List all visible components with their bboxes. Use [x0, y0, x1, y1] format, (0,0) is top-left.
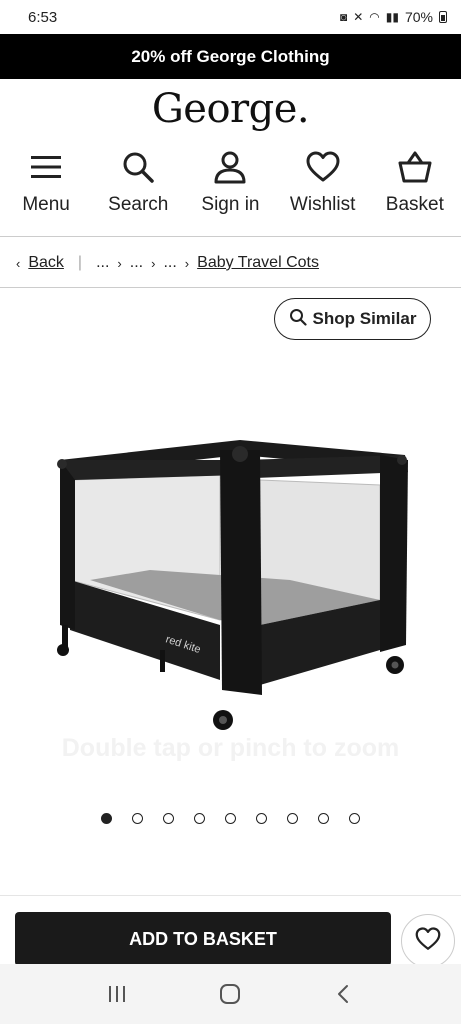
search-icon	[289, 308, 307, 331]
heart-icon	[415, 926, 441, 956]
top-nav: Menu Search Sign in Wishlist Basket	[0, 150, 461, 230]
breadcrumb-collapsed[interactable]: ...	[130, 254, 143, 272]
nav-sign-in[interactable]: Sign in	[185, 150, 275, 230]
notification-icon: ◙	[339, 10, 348, 24]
search-icon	[121, 150, 155, 184]
recent-apps-button[interactable]	[97, 974, 137, 1014]
chevron-left-icon: ‹	[16, 255, 21, 271]
battery-level: 70%	[404, 9, 433, 25]
menu-icon	[29, 150, 63, 184]
signal-icon: ▮▮	[385, 10, 399, 24]
nav-wishlist[interactable]: Wishlist	[278, 150, 368, 230]
wishlist-button[interactable]	[401, 914, 455, 968]
status-bar: 6:53 ◙ ✕ ◠ ▮▮ 70%	[0, 0, 461, 34]
george-logo[interactable]: George.	[0, 86, 461, 132]
user-icon	[213, 150, 247, 184]
promo-text: 20% off George Clothing	[131, 46, 330, 66]
status-time: 6:53	[28, 8, 58, 26]
recent-apps-icon	[108, 986, 125, 1002]
nav-basket[interactable]: Basket	[370, 150, 460, 230]
nav-label: Search	[108, 194, 169, 215]
breadcrumb-back[interactable]: Back	[28, 254, 64, 272]
carousel-dot[interactable]	[194, 813, 205, 824]
home-icon	[220, 984, 241, 1004]
shop-similar-button[interactable]: Shop Similar	[274, 298, 431, 340]
sticky-action-bar: ADD TO BASKET	[0, 895, 461, 968]
breadcrumb-collapsed[interactable]: ...	[163, 254, 176, 272]
status-icons: ◙ ✕ ◠ ▮▮ 70%	[340, 9, 447, 25]
nav-label: Wishlist	[289, 194, 356, 215]
basket-icon	[398, 150, 432, 184]
breadcrumb-separator: |	[77, 254, 83, 271]
carousel-dot[interactable]	[101, 813, 112, 824]
chevron-right-icon: ›	[184, 255, 190, 271]
carousel-dot[interactable]	[163, 813, 174, 824]
chevron-right-icon: ›	[151, 255, 156, 271]
shop-similar-label: Shop Similar	[312, 309, 417, 328]
home-button[interactable]	[210, 974, 250, 1014]
carousel-dot[interactable]	[132, 813, 143, 824]
promo-banner[interactable]: 20% off George Clothing	[0, 34, 461, 79]
carousel-dot[interactable]	[318, 813, 329, 824]
nav-search[interactable]: Search	[93, 150, 183, 230]
divider	[0, 287, 461, 288]
heart-icon	[306, 150, 340, 184]
breadcrumb: ‹ Back | ... › ... › ... › Baby Travel C…	[16, 248, 319, 278]
carousel-dot[interactable]	[349, 813, 360, 824]
breadcrumb-current[interactable]: Baby Travel Cots	[197, 254, 319, 272]
nav-label: Menu	[22, 194, 70, 215]
chevron-right-icon: ›	[117, 255, 122, 271]
wifi-icon: ◠	[369, 10, 380, 24]
nav-menu[interactable]: Menu	[1, 150, 91, 230]
battery-icon	[439, 11, 447, 23]
divider	[0, 236, 461, 237]
carousel-dot[interactable]	[287, 813, 298, 824]
zoom-hint: Double tap or pinch to zoom	[61, 734, 400, 762]
mute-icon: ✕	[353, 10, 364, 24]
product-image[interactable]: red kite	[30, 420, 430, 740]
nav-label: Basket	[385, 194, 444, 215]
carousel-dots	[0, 813, 461, 824]
nav-label: Sign in	[201, 194, 260, 215]
system-nav-bar	[0, 964, 461, 1024]
carousel-dot[interactable]	[225, 813, 236, 824]
add-to-basket-button[interactable]: ADD TO BASKET	[15, 912, 391, 966]
back-icon	[338, 985, 349, 1003]
carousel-dot[interactable]	[256, 813, 267, 824]
breadcrumb-collapsed[interactable]: ...	[96, 254, 109, 272]
back-button[interactable]	[324, 974, 364, 1014]
